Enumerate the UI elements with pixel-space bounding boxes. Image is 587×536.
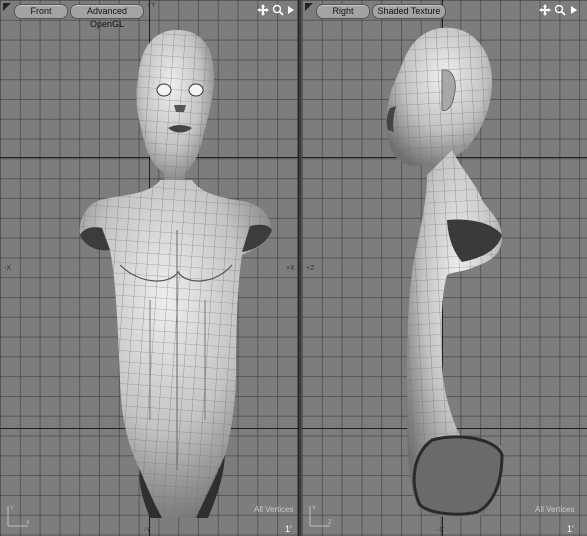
axis-label-bottom: -Y	[437, 527, 444, 534]
axis-label-top: +Y	[147, 2, 156, 9]
side-torso-model	[385, 27, 504, 518]
axis-gizmo-icon: Y X	[7, 506, 30, 527]
right-viewport[interactable]: Right Shaded Texture +Z -Y Y Z All Verti…	[302, 0, 587, 536]
zoom-icon[interactable]	[272, 4, 284, 16]
svg-text:Y: Y	[10, 506, 14, 512]
grid-scale: 1'	[285, 524, 292, 534]
menu-triangle-icon[interactable]	[305, 3, 313, 11]
selection-status: All Vertices	[254, 505, 294, 514]
move-icon[interactable]	[257, 4, 269, 16]
shading-selector-front[interactable]: Advanced OpenGL	[70, 4, 144, 29]
expand-arrow-icon[interactable]	[287, 4, 295, 16]
front-viewport-header: Front Advanced OpenGL +Y	[0, 0, 298, 29]
axis-label-left: +Z	[306, 265, 315, 272]
move-icon[interactable]	[539, 4, 551, 16]
view-selector-right[interactable]: Right	[316, 4, 370, 19]
zoom-icon[interactable]	[554, 4, 566, 16]
svg-text:X: X	[26, 520, 30, 526]
grid-scale: 1'	[567, 524, 574, 534]
axis-gizmo-icon: Y Z	[309, 506, 332, 527]
menu-triangle-icon[interactable]	[3, 3, 11, 11]
expand-arrow-icon[interactable]	[570, 4, 578, 16]
front-torso-model	[79, 30, 272, 518]
selection-status: All Vertices	[535, 505, 575, 514]
axis-label-left: -X	[4, 265, 11, 272]
svg-text:Y: Y	[312, 506, 316, 512]
front-viewport[interactable]: Front Advanced OpenGL +Y -X +X -Y Y X Al…	[0, 0, 298, 536]
svg-text:Z: Z	[328, 520, 332, 526]
right-viewport-header: Right Shaded Texture	[302, 0, 587, 20]
shading-selector-right[interactable]: Shaded Texture	[372, 4, 446, 19]
axis-label-bottom: -Y	[144, 527, 151, 534]
view-selector-front[interactable]: Front	[14, 4, 68, 19]
axis-label-right: +X	[286, 265, 295, 272]
